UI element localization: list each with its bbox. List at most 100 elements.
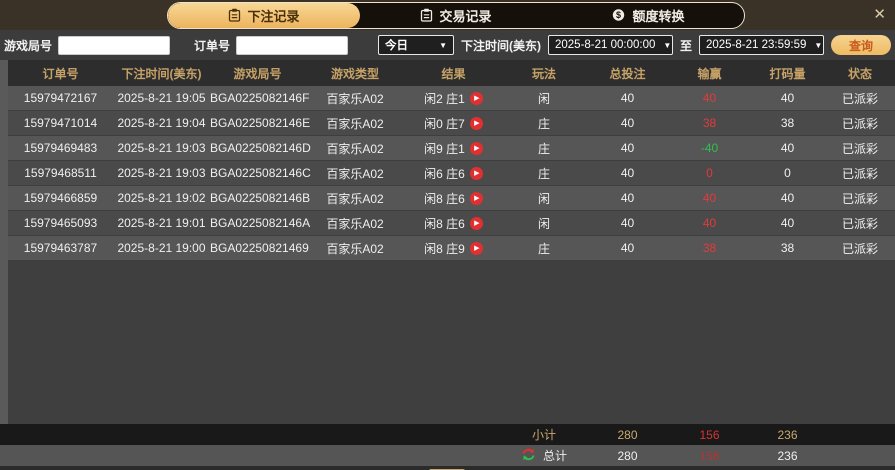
win-loss-cell: 40	[702, 216, 717, 230]
result-cell: 闲9 庄1 ▶	[405, 140, 502, 157]
status-cell: 已派彩	[841, 191, 878, 206]
bet-time-cell: 2025-8-21 19:02	[117, 191, 206, 205]
play-video-icon[interactable]: ▶	[469, 166, 483, 180]
result-cell: 闲8 庄6 ▶	[405, 190, 502, 207]
order-id-cell: 15979465093	[23, 216, 98, 230]
turnover-cell: 40	[780, 216, 795, 230]
total-win-loss: 156	[699, 448, 720, 463]
table-row[interactable]: 15979465093 2025-8-21 19:01 BGA022508214…	[8, 211, 895, 236]
subtotal-total-bet: 280	[617, 427, 638, 442]
game-round-label: 游戏局号	[4, 38, 53, 53]
table-row[interactable]: 15979466859 2025-8-21 19:02 BGA022508214…	[8, 186, 895, 211]
status-cell: 已派彩	[841, 216, 878, 231]
win-loss-cell: 40	[702, 191, 717, 205]
exchange-arrows-icon[interactable]	[521, 448, 536, 464]
date-preset-select[interactable]: 今日 ▼	[377, 35, 454, 55]
play-cell: 庄	[537, 241, 550, 256]
order-number-input[interactable]	[236, 35, 349, 55]
play-video-icon[interactable]: ▶	[469, 116, 483, 130]
col-header-play: 玩法	[531, 66, 556, 81]
filter-bar: 游戏局号 订单号 今日 ▼ 下注时间(美东) 2025-8-21 00:00:0…	[0, 30, 895, 60]
status-cell: 已派彩	[841, 141, 878, 156]
tab-label: 下注记录	[247, 8, 300, 24]
subtotal-row: 小计 280 156 236	[0, 424, 895, 445]
clipboard-icon	[420, 8, 433, 22]
result-cell: 闲6 庄6 ▶	[405, 165, 502, 182]
result-cell: 闲8 庄6 ▶	[405, 215, 502, 232]
play-video-icon[interactable]: ▶	[469, 141, 483, 155]
table-row[interactable]: 15979472167 2025-8-21 19:05 BGA022508214…	[8, 86, 895, 111]
play-cell: 庄	[537, 141, 550, 156]
table-row[interactable]: 15979468511 2025-8-21 19:03 BGA022508214…	[8, 161, 895, 186]
clipboard-record-icon	[228, 8, 241, 22]
game-type-cell: 百家乐A02	[326, 166, 384, 181]
tab-label: 交易记录	[439, 8, 492, 24]
table-header-row: 订单号 下注时间(美东) 游戏局号 游戏类型 结果 玩法 总投注 输赢 打码量 …	[8, 60, 895, 86]
status-cell: 已派彩	[841, 116, 878, 131]
tab-betting-records[interactable]: 下注记录	[168, 2, 360, 28]
total-turnover: 236	[777, 448, 798, 463]
total-label-cell: 总计	[502, 447, 586, 464]
bet-time-cell: 2025-8-21 19:04	[117, 116, 206, 130]
total-bet-cell: 40	[620, 216, 635, 230]
status-cell: 已派彩	[841, 241, 878, 256]
col-header-bet-time: 下注时间(美东)	[121, 66, 202, 81]
win-loss-cell: 40	[702, 91, 717, 105]
col-header-turnover: 打码量	[769, 66, 806, 81]
col-header-game-type: 游戏类型	[330, 66, 379, 81]
query-button[interactable]: 查询	[831, 35, 891, 55]
win-loss-cell: 38	[702, 241, 717, 255]
start-time-select[interactable]: 2025-8-21 00:00:00 ▼	[547, 35, 673, 55]
table-row[interactable]: 15979471014 2025-8-21 19:04 BGA022508214…	[8, 111, 895, 136]
tab-group: 下注记录 交易记录 $ 额度转换	[167, 1, 745, 29]
game-type-cell: 百家乐A02	[326, 141, 384, 156]
play-video-icon[interactable]: ▶	[469, 216, 483, 230]
turnover-cell: 40	[780, 191, 795, 205]
filter-right-cluster: 今日 ▼ 下注时间(美东) 2025-8-21 00:00:00 ▼ 至 202…	[377, 35, 891, 55]
round-id-cell: BGA0225082146D	[210, 141, 311, 155]
close-icon[interactable]: ✕	[873, 6, 886, 24]
round-id-cell: BGA0225082146C	[210, 166, 311, 180]
tab-quota-conversion[interactable]: $ 额度转换	[552, 3, 744, 28]
play-video-icon[interactable]: ▶	[469, 241, 483, 255]
chevron-down-icon: ▼	[663, 40, 672, 50]
bet-time-cell: 2025-8-21 19:03	[117, 166, 206, 180]
col-header-round-id: 游戏局号	[233, 66, 282, 81]
tab-transaction-records[interactable]: 交易记录	[360, 3, 552, 28]
turnover-cell: 40	[780, 91, 795, 105]
order-id-cell: 15979468511	[24, 166, 97, 180]
records-table: 订单号 下注时间(美东) 游戏局号 游戏类型 结果 玩法 总投注 输赢 打码量 …	[0, 60, 895, 424]
col-header-total-bet: 总投注	[609, 66, 646, 81]
play-video-icon[interactable]: ▶	[469, 191, 483, 205]
total-bet-cell: 40	[620, 141, 635, 155]
col-header-order-id: 订单号	[42, 66, 79, 81]
bet-time-cell: 2025-8-21 19:05	[117, 91, 206, 105]
win-loss-cell: -40	[700, 141, 719, 155]
subtotal-label: 小计	[531, 428, 556, 442]
round-id-cell: BGA02250821469	[210, 241, 309, 255]
order-number-label: 订单号	[194, 38, 231, 53]
total-bet-cell: 40	[620, 166, 635, 180]
table-row[interactable]: 15979469483 2025-8-21 19:03 BGA022508214…	[8, 136, 895, 161]
order-id-cell: 15979469483	[23, 141, 98, 155]
round-id-cell: BGA0225082146E	[210, 116, 311, 130]
bet-time-cell: 2025-8-21 19:03	[117, 141, 206, 155]
total-bet-cell: 40	[620, 116, 635, 130]
play-video-icon[interactable]: ▶	[469, 91, 483, 105]
result-cell: 闲8 庄9 ▶	[405, 240, 502, 257]
game-type-cell: 百家乐A02	[326, 216, 384, 231]
bet-time-label: 下注时间(美东)	[460, 38, 541, 53]
col-header-result: 结果	[441, 66, 466, 81]
game-round-input[interactable]	[58, 35, 171, 55]
table-empty-area	[8, 261, 895, 424]
turnover-cell: 38	[780, 116, 795, 130]
table-row[interactable]: 15979463787 2025-8-21 19:00 BGA022508214…	[8, 236, 895, 261]
win-loss-cell: 38	[702, 116, 717, 130]
result-cell: 闲0 庄7 ▶	[405, 115, 502, 132]
end-time-select[interactable]: 2025-8-21 23:59:59 ▼	[699, 35, 824, 55]
total-bet-cell: 40	[620, 241, 635, 255]
game-type-cell: 百家乐A02	[326, 116, 384, 131]
col-header-status: 状态	[847, 66, 872, 81]
order-id-cell: 15979471014	[23, 116, 98, 130]
order-id-cell: 15979472167	[23, 91, 98, 105]
